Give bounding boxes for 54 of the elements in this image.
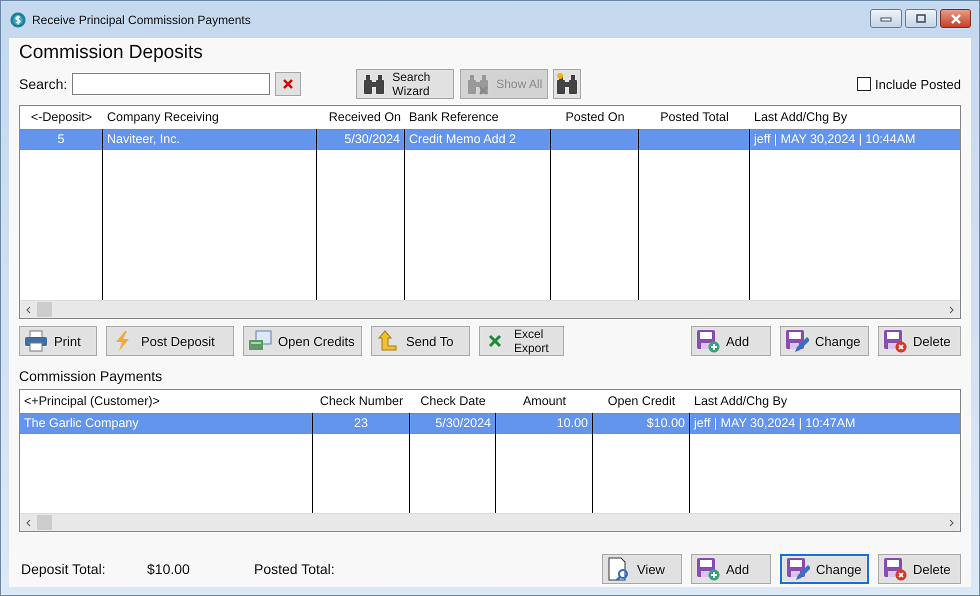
table-cell[interactable] xyxy=(639,129,749,150)
search-field[interactable] xyxy=(72,73,270,95)
delete-button[interactable]: Delete xyxy=(878,554,961,584)
maximize-icon xyxy=(915,14,927,24)
clear-button[interactable] xyxy=(275,72,302,96)
horizontal-scrollbar[interactable] xyxy=(20,513,960,531)
search-button[interactable] xyxy=(553,69,582,99)
change-button[interactable]: Change xyxy=(780,554,869,584)
disk-delete-icon xyxy=(883,557,907,581)
delete-button[interactable]: Delete xyxy=(878,326,961,356)
close-button[interactable] xyxy=(940,9,971,28)
maximize-button[interactable] xyxy=(905,9,937,28)
close-icon xyxy=(282,78,294,90)
close-icon xyxy=(948,14,962,24)
window-title: Receive Principal Commission Payments xyxy=(32,12,251,26)
scroll-right-icon[interactable] xyxy=(947,518,955,526)
view-button[interactable]: View xyxy=(602,554,682,584)
search-label: Search: xyxy=(19,76,68,92)
credits-button[interactable]: Open Credits xyxy=(243,326,362,356)
dollar-coin-icon xyxy=(10,12,26,28)
table-cell[interactable] xyxy=(551,129,638,150)
section-heading: Commission Deposits xyxy=(19,42,204,65)
include-posted-checkbox[interactable] xyxy=(856,77,871,91)
minimize-icon xyxy=(880,16,892,22)
horizontal-scrollbar[interactable] xyxy=(20,300,960,318)
add-button[interactable]: Add xyxy=(691,326,771,356)
scroll-thumb[interactable] xyxy=(37,515,52,530)
binoculars-icon xyxy=(466,72,490,96)
print-button[interactable]: Print xyxy=(19,326,97,356)
posted-total-label: Posted Total: xyxy=(254,561,335,577)
add-button[interactable]: Add xyxy=(691,554,771,584)
scroll-thumb[interactable] xyxy=(37,302,52,317)
change-button[interactable]: Change xyxy=(780,326,869,356)
deposit-total-label: Deposit Total: xyxy=(21,561,107,577)
disk-pencil-icon xyxy=(785,329,809,353)
binoculars-icon xyxy=(362,72,386,96)
disk-delete-icon xyxy=(883,329,907,353)
section-heading: Commission Payments xyxy=(19,368,164,386)
checkbox-label: Include Posted xyxy=(874,76,961,92)
excel-button[interactable]: Excel Export xyxy=(479,326,564,356)
disk-add-icon xyxy=(696,557,720,581)
search-wizard-button[interactable]: Search Wizard xyxy=(356,69,454,99)
post-button[interactable]: Post Deposit xyxy=(106,326,234,356)
scroll-right-icon[interactable] xyxy=(947,306,955,314)
deposit-total-value: $10.00 xyxy=(147,561,191,577)
binoculars-star-icon xyxy=(555,72,580,96)
scroll-left-icon[interactable] xyxy=(25,306,33,314)
scroll-left-icon[interactable] xyxy=(25,518,33,526)
minimize-button[interactable] xyxy=(870,9,902,28)
printer-icon xyxy=(24,330,48,352)
send-button[interactable]: Send To xyxy=(371,326,470,356)
document-search-icon xyxy=(607,557,631,581)
disk-add-icon xyxy=(696,329,720,353)
disk-pencil-icon xyxy=(786,557,810,581)
